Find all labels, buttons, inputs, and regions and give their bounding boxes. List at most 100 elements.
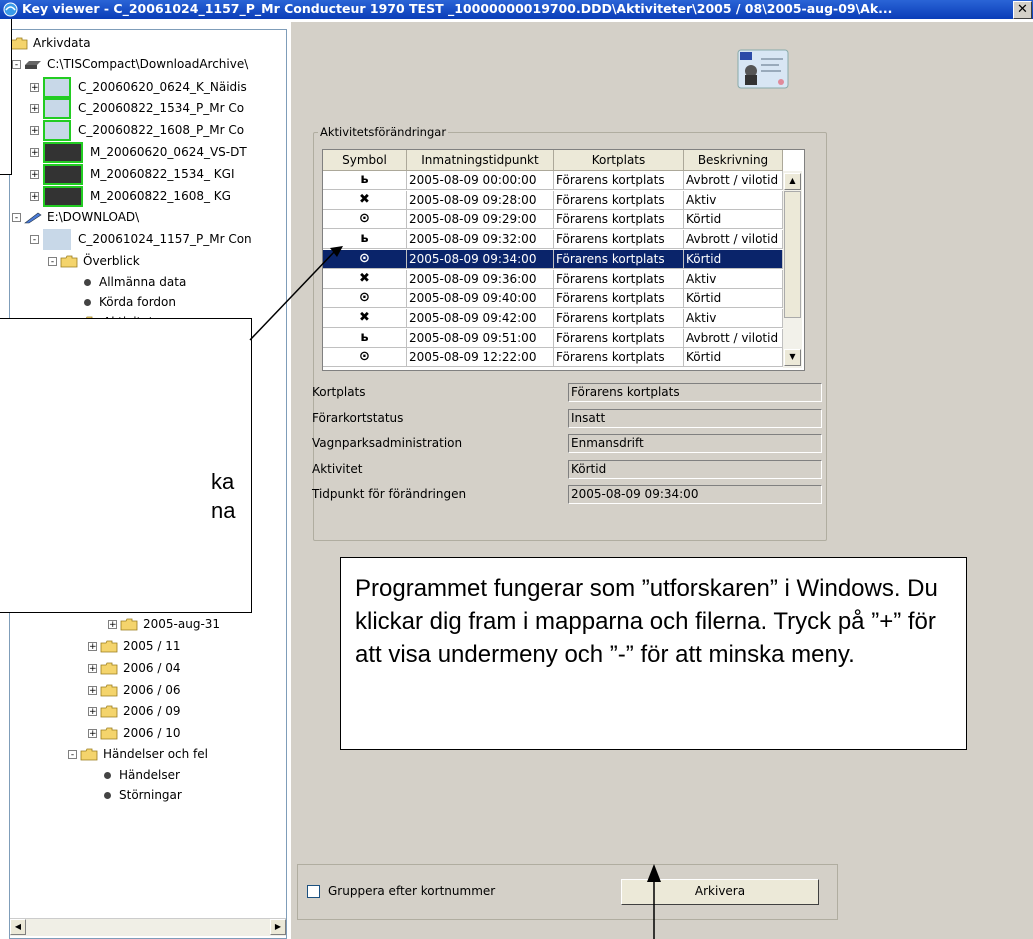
tree-item-download-file[interactable]: C_20060620_0624_K_Näidis [43,77,249,98]
expand-toggle[interactable]: + [30,126,39,136]
tree-item-handelser-leaf[interactable]: Händelser [104,765,182,785]
tree-label: Allmänna data [99,275,187,289]
description-cell: Aktiv [684,190,783,210]
close-button[interactable]: ✕ [1013,1,1032,19]
collapse-toggle[interactable]: - [68,750,77,760]
expand-toggle[interactable]: + [88,729,97,739]
card-file-icon [43,98,71,119]
archive-button[interactable]: Arkivera [621,879,819,905]
time-cell: 2005-08-09 00:00:00 [407,171,554,190]
tree-item-drive-c[interactable]: C:\TISCompact\DownloadArchive\ [24,54,250,74]
collapse-toggle[interactable]: - [48,257,57,267]
tree-item-file-e[interactable]: C_20061024_1157_P_Mr Con [43,229,254,250]
scroll-right-button[interactable]: ▶ [270,919,286,935]
slot-cell: Förarens kortplats [554,328,684,348]
folder-icon [10,37,28,50]
column-header[interactable]: Beskrivning [684,150,783,171]
bed-icon: ь [323,328,407,348]
wheel-icon: ⊙ [323,348,407,368]
table-row[interactable]: ✖ 2005-08-09 09:28:00 Förarens kortplats… [323,190,783,210]
scroll-thumb[interactable] [784,191,801,318]
bottom-toolbar: Gruppera efter kortnummer Arkivera [297,864,838,920]
expand-toggle[interactable]: + [30,148,39,158]
expand-toggle[interactable]: + [108,619,117,629]
tree-label: Arkivdata [33,36,91,50]
field-value: Enmansdrift [568,434,822,453]
description-cell: Körtid [684,289,783,309]
table-row[interactable]: ь 2005-08-09 00:00:00 Förarens kortplats… [323,171,783,190]
drive-icon [25,61,41,69]
expand-toggle[interactable]: + [88,642,97,652]
time-cell: 2005-08-09 09:40:00 [407,289,554,309]
tree-item-overblick[interactable]: Överblick [60,251,142,271]
tree-item-allmanna-data[interactable]: Allmänna data [84,272,188,292]
hammers-icon: ✖ [323,269,407,289]
tree-label: C_20060822_1608_P_Mr Co [78,123,245,137]
field-value: Körtid [568,459,822,479]
title-bar: Key viewer - C_20061024_1157_P_Mr Conduc… [0,0,1033,19]
field-value: Förarens kortplats [568,383,822,402]
tree-item-handelser[interactable]: Händelser och fel [80,744,210,764]
table-row[interactable]: ⊙ 2005-08-09 09:34:00 Förarens kortplats… [323,249,783,269]
expand-toggle[interactable]: + [30,192,39,202]
tree-item-month[interactable]: 2006 / 10 [100,723,182,743]
card-file-icon [43,77,71,98]
tree-item-drive-e[interactable]: E:\DOWNLOAD\ [24,207,141,227]
expand-toggle[interactable]: + [88,663,97,673]
table-vertical-scrollbar[interactable]: ▲ ▼ [783,171,802,368]
slot-cell: Förarens kortplats [554,171,684,190]
column-header[interactable]: Inmatningstidpunkt [407,150,554,171]
tree-label: Händelser [119,768,180,782]
tree-item-month[interactable]: 2006 / 09 [100,701,182,721]
table-row[interactable]: ⊙ 2005-08-09 12:22:00 Förarens kortplats… [323,348,783,368]
tree-item-month[interactable]: 2005 / 11 [100,636,182,656]
expand-toggle[interactable]: + [88,707,97,717]
expand-toggle[interactable]: + [30,170,39,180]
activity-table[interactable]: Symbol Inmatningstidpunkt Kortplats Beskriv… [322,149,805,371]
tree-item-download-file[interactable]: M_20060620_0624_VS-DT [43,142,249,163]
expand-toggle[interactable]: + [88,685,97,695]
tree-label: Körda fordon [99,295,176,309]
tree-item-storningar[interactable]: Störningar [104,785,184,805]
horizontal-scrollbar[interactable]: ◀ ▶ [10,918,286,936]
folder-icon [60,255,78,268]
leaf-bullet-icon [84,299,91,306]
table-row[interactable]: ✖ 2005-08-09 09:36:00 Förarens kortplats… [323,269,783,289]
tree-item-month[interactable]: 2006 / 06 [100,680,182,700]
expand-toggle[interactable]: + [30,83,39,93]
collapse-toggle[interactable]: - [30,235,39,245]
time-cell: 2005-08-09 09:28:00 [407,190,554,210]
tree-item-arkivdata[interactable]: Arkivdata [10,33,93,53]
slot-cell: Förarens kortplats [554,210,684,230]
tree-item-download-file[interactable]: M_20060822_1534_ KGI [43,164,237,185]
scroll-up-button[interactable]: ▲ [784,173,801,190]
column-header[interactable]: Symbol [323,150,407,171]
group-by-card-checkbox[interactable] [307,885,320,898]
tree-label: 2006 / 10 [123,726,181,741]
tree-item-download-file[interactable]: M_20060822_1608_ KG [43,186,233,207]
slot-cell: Förarens kortplats [554,269,684,289]
scroll-left-button[interactable]: ◀ [10,919,26,935]
tree-item-month[interactable]: 2006 / 04 [100,658,182,678]
column-header[interactable]: Kortplats [554,150,684,171]
table-row[interactable]: ь 2005-08-09 09:32:00 Förarens kortplats… [323,230,783,250]
vu-file-icon [43,142,83,163]
tree-item-download-file[interactable]: C_20060822_1608_P_Mr Co [43,120,246,141]
table-row[interactable]: ⊙ 2005-08-09 09:29:00 Förarens kortplats… [323,210,783,230]
table-row[interactable]: ь 2005-08-09 09:51:00 Förarens kortplats… [323,328,783,348]
tree-item-korda-fordon[interactable]: Körda fordon [84,292,178,312]
collapse-toggle[interactable]: - [12,213,21,223]
scroll-down-button[interactable]: ▼ [784,349,801,366]
tree-label: C_20060620_0624_K_Näidis [78,80,247,94]
table-row[interactable]: ⊙ 2005-08-09 09:40:00 Förarens kortplats… [323,289,783,309]
table-row[interactable]: ✖ 2005-08-09 09:42:00 Förarens kortplats… [323,308,783,328]
callout-fragment-left: ka na [0,318,252,613]
time-cell: 2005-08-09 09:29:00 [407,210,554,230]
tree-label: Överblick [83,254,140,268]
tree-item-day[interactable]: 2005-aug-31 [120,614,222,634]
window-title: Key viewer - C_20061024_1157_P_Mr Conduc… [22,1,893,16]
collapse-toggle[interactable]: - [12,60,21,70]
tree-item-download-file[interactable]: C_20060822_1534_P_Mr Co [43,98,246,119]
expand-toggle[interactable]: + [30,104,39,114]
tree-label: M_20060620_0624_VS-DT [90,145,247,159]
